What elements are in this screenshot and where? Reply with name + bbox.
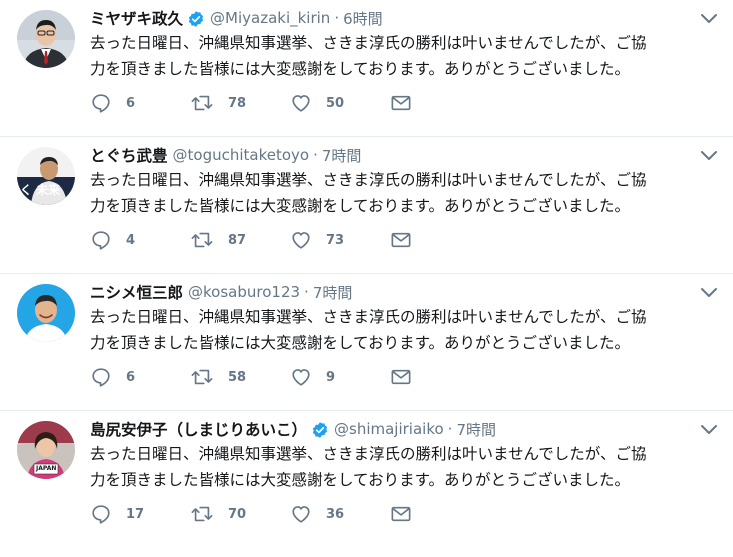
retweet-button[interactable]: 58 [190, 365, 246, 389]
reply-icon [92, 231, 110, 250]
reply-count: 17 [126, 506, 145, 522]
retweet-button[interactable]: 78 [190, 91, 246, 115]
chevron-down-icon[interactable] [700, 12, 718, 26]
heart-icon [292, 506, 310, 523]
separator-dot: · [313, 146, 318, 164]
envelope-icon [391, 369, 411, 385]
reply-button[interactable]: 4 [90, 228, 135, 252]
user-handle[interactable]: @Miyazaki_kirin [210, 9, 330, 27]
tweet[interactable]: ニシメ恒三郎 @kosaburo123 · 7時間 去った日曜日、沖縄県知事選挙… [0, 274, 733, 411]
timestamp[interactable]: 7時間 [313, 282, 353, 303]
reply-icon [92, 368, 110, 387]
separator-dot: · [304, 283, 309, 301]
separator-dot: · [334, 9, 340, 27]
retweet-button[interactable]: 87 [190, 228, 246, 252]
retweet-count: 87 [228, 232, 247, 248]
like-button[interactable]: 50 [290, 91, 344, 115]
tweet-header: ニシメ恒三郎 @kosaburo123 · 7時間 [90, 280, 352, 304]
tweet-actions: 17 70 36 [90, 502, 730, 526]
like-button[interactable]: 9 [290, 365, 335, 389]
tweet[interactable]: JAPAN 島尻安伊子（しまじりあいこ） @shimajiriaiko · 7時… [0, 411, 733, 548]
direct-message-button[interactable] [390, 365, 412, 389]
reply-count: 6 [126, 95, 136, 111]
like-button[interactable]: 73 [290, 228, 344, 252]
display-name[interactable]: 島尻安伊子（しまじりあいこ） [90, 418, 307, 440]
avatar[interactable]: JAPAN [17, 421, 75, 479]
reply-icon [92, 505, 110, 524]
tweet-actions: 6 78 50 [90, 91, 730, 115]
reply-icon [92, 94, 110, 113]
retweet-icon [191, 232, 213, 248]
verified-badge-icon [311, 421, 329, 439]
display-name[interactable]: ニシメ恒三郎 [90, 281, 183, 303]
smiling-man-blue-background-avatar-icon [17, 284, 75, 342]
like-count: 9 [326, 369, 336, 385]
heart-icon [292, 369, 310, 386]
reply-count: 4 [126, 232, 136, 248]
direct-message-button[interactable] [390, 228, 412, 252]
retweet-count: 78 [228, 95, 247, 111]
reply-button[interactable]: 6 [90, 91, 135, 115]
timeline: ミヤザキ政久 @Miyazaki_kirin · 6時間 去った日曜日、沖縄県知… [0, 0, 733, 557]
verified-badge-icon [187, 10, 205, 28]
tweet-header: ミヤザキ政久 @Miyazaki_kirin · 6時間 [90, 6, 383, 30]
tweet-actions: 6 58 9 [90, 365, 730, 389]
avatar-banner-text: く 未来 [20, 183, 61, 197]
reply-button[interactable]: 6 [90, 365, 135, 389]
user-handle[interactable]: @kosaburo123 [188, 283, 300, 301]
heart-icon [292, 232, 310, 249]
envelope-icon [391, 95, 411, 111]
timestamp[interactable]: 7時間 [322, 145, 362, 166]
user-handle[interactable]: @shimajiriaiko [334, 420, 444, 438]
chevron-down-icon[interactable] [700, 149, 718, 163]
reply-count: 6 [126, 369, 136, 385]
retweet-icon [191, 95, 213, 111]
tweet-text: 去った日曜日、沖縄県知事選挙、さきま淳氏の勝利は叶いませんでしたが、ご協 力を頂… [90, 171, 647, 215]
retweet-icon [191, 369, 213, 385]
timestamp[interactable]: 6時間 [343, 8, 383, 29]
tweet-header: 島尻安伊子（しまじりあいこ） @shimajiriaiko · 7時間 [90, 417, 496, 441]
like-button[interactable]: 36 [290, 502, 344, 526]
direct-message-button[interactable] [390, 91, 412, 115]
timestamp[interactable]: 7時間 [456, 419, 496, 440]
tweet-text: 去った日曜日、沖縄県知事選挙、さきま淳氏の勝利は叶いませんでしたが、ご協 力を頂… [90, 308, 647, 352]
display-name[interactable]: とぐち武豊 [90, 144, 168, 166]
envelope-icon [391, 232, 411, 248]
tweet[interactable]: ミヤザキ政久 @Miyazaki_kirin · 6時間 去った日曜日、沖縄県知… [0, 0, 733, 137]
user-handle[interactable]: @toguchitaketoyo [173, 146, 310, 164]
separator-dot: · [447, 420, 453, 438]
tweet[interactable]: く 未来 とぐち武豊 @toguchitaketoyo · 7時間 去った日曜日… [0, 137, 733, 274]
avatar[interactable]: く 未来 [17, 147, 75, 205]
chevron-down-icon[interactable] [700, 423, 718, 437]
display-name[interactable]: ミヤザキ政久 [90, 7, 183, 29]
tweet-text: 去った日曜日、沖縄県知事選挙、さきま淳氏の勝利は叶いませんでしたが、ご協 力を頂… [90, 445, 647, 489]
man-in-suit-avatar-icon [17, 10, 75, 68]
avatar[interactable] [17, 10, 75, 68]
retweet-count: 58 [228, 369, 247, 385]
like-count: 50 [326, 95, 345, 111]
direct-message-button[interactable] [390, 502, 412, 526]
tweet-header: とぐち武豊 @toguchitaketoyo · 7時間 [90, 143, 361, 167]
chevron-down-icon[interactable] [700, 286, 718, 300]
envelope-icon [391, 506, 411, 522]
avatar-sign-text: JAPAN [36, 465, 57, 472]
heart-icon [292, 95, 310, 112]
reply-button[interactable]: 17 [90, 502, 144, 526]
avatar[interactable] [17, 284, 75, 342]
tweet-text: 去った日曜日、沖縄県知事選挙、さきま淳氏の勝利は叶いませんでしたが、ご協 力を頂… [90, 34, 647, 78]
retweet-button[interactable]: 70 [190, 502, 246, 526]
retweet-count: 70 [228, 506, 247, 522]
like-count: 36 [326, 506, 345, 522]
retweet-icon [191, 506, 213, 522]
tweet-actions: 4 87 73 [90, 228, 730, 252]
like-count: 73 [326, 232, 345, 248]
